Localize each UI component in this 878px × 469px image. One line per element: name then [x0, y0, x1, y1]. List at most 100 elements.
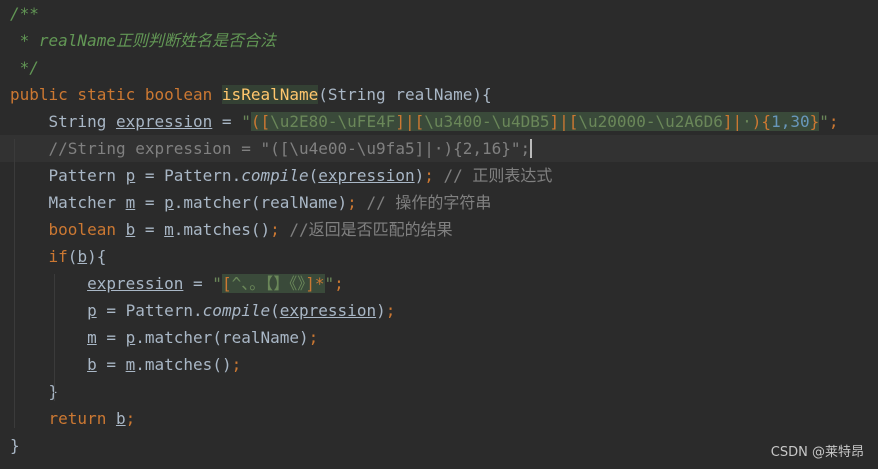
code-token: ;: [828, 112, 839, 131]
code-line[interactable]: Matcher m = p.matcher(realName); // 操作的字…: [0, 189, 878, 216]
code-token: // 正则表达式: [433, 166, 553, 185]
code-token: =: [183, 274, 213, 293]
code-token: if: [48, 247, 68, 266]
code-token: ·: [742, 112, 752, 131]
code-token: p: [87, 301, 97, 320]
code-editor[interactable]: /** * realName正则判断姓名是否合法 */ public static…: [0, 0, 878, 469]
code-token: boolean: [48, 220, 126, 239]
code-token: //String expression = "([\u4e00-\u9fa5]|…: [10, 139, 531, 158]
code-line[interactable]: Pattern p = Pattern.compile(expression);…: [0, 162, 878, 189]
code-token: compile: [202, 301, 271, 320]
code-token: ){: [87, 247, 107, 266]
code-token: ": [212, 274, 222, 293]
code-token: ){: [751, 112, 772, 131]
code-token: public static boolean: [10, 85, 222, 104]
code-token: b: [125, 220, 136, 239]
code-line[interactable]: */: [0, 54, 878, 81]
code-token: ): [376, 301, 386, 320]
code-line[interactable]: //String expression = "([\u4e00-\u9fa5]|…: [0, 135, 878, 162]
code-token: //返回是否匹配的结果: [279, 220, 453, 239]
code-token: // 操作的字符串: [356, 193, 492, 212]
indent-guide: [14, 139, 15, 428]
code-token: = Pattern.: [96, 301, 203, 320]
code-token: }: [809, 112, 820, 131]
code-token: * realName: [10, 31, 116, 50]
code-token: ;: [347, 193, 357, 212]
code-token: ;: [424, 166, 434, 185]
code-token: ]: [305, 274, 315, 293]
code-line[interactable]: m = p.matcher(realName);: [0, 324, 878, 351]
code-token: ;: [270, 220, 280, 239]
code-token: Pattern: [10, 166, 126, 185]
csdn-watermark: CSDN @莱特昂: [770, 445, 864, 460]
code-token: m: [87, 328, 97, 347]
code-token: */: [10, 58, 39, 77]
code-line[interactable]: * realName正则判断姓名是否合法: [0, 27, 878, 54]
code-line[interactable]: }: [0, 432, 878, 459]
code-token: ^、。【】《》: [231, 274, 306, 293]
code-line[interactable]: boolean b = m.matches(); //返回是否匹配的结果: [0, 216, 878, 243]
code-token: }: [10, 436, 20, 455]
code-token: p: [125, 166, 136, 185]
code-token: ): [414, 166, 425, 185]
code-line[interactable]: }: [0, 378, 878, 405]
code-token: = Pattern.: [135, 166, 242, 185]
code-token: ": [241, 112, 251, 131]
code-token: expression: [115, 112, 213, 131]
code-token: expression: [87, 274, 184, 293]
code-token: String: [10, 112, 116, 131]
code-token: 正则判断姓名是否合法: [115, 31, 276, 50]
code-token: (: [67, 247, 78, 266]
code-token: b: [87, 355, 97, 374]
code-token: =: [96, 328, 126, 347]
code-token: ;: [385, 301, 396, 320]
code-token: ": [324, 274, 335, 293]
code-token: ]|[: [549, 112, 579, 131]
code-token: \u3400-\u4DB5: [424, 112, 550, 131]
code-token: ]|[: [395, 112, 425, 131]
code-token: .matches(): [173, 220, 271, 239]
code-token: *: [314, 274, 325, 293]
code-token: p: [125, 328, 136, 347]
code-line[interactable]: public static boolean isRealName(String …: [0, 81, 878, 108]
code-token: ]|: [722, 112, 743, 131]
code-token: 1,30: [771, 112, 810, 131]
code-line[interactable]: p = Pattern.compile(expression);: [0, 297, 878, 324]
code-token: b: [77, 247, 88, 266]
code-token: [: [221, 274, 232, 293]
code-token: b: [115, 409, 126, 428]
code-token: \u20000-\u2A6D6: [578, 112, 723, 131]
code-token: return: [48, 409, 116, 428]
code-token: .matcher(realName): [173, 193, 348, 212]
text-caret: [530, 139, 533, 158]
code-token: compile: [241, 166, 309, 185]
code-line[interactable]: b = m.matches();: [0, 351, 878, 378]
code-token: .matcher(realName): [135, 328, 309, 347]
code-token: expression: [318, 166, 415, 185]
code-token: (String realName){: [318, 85, 492, 104]
code-token: =: [135, 193, 165, 212]
indent-guide: [54, 274, 55, 401]
code-token: ;: [231, 355, 242, 374]
code-line[interactable]: /**: [0, 0, 878, 27]
code-line[interactable]: expression = "[^、。【】《》]*";: [0, 270, 878, 297]
code-token: m: [125, 193, 136, 212]
code-token: p: [164, 193, 174, 212]
code-token: isRealName: [221, 85, 319, 104]
code-line[interactable]: return b;: [0, 405, 878, 432]
code-token: .matches(): [135, 355, 232, 374]
code-token: expression: [279, 301, 377, 320]
code-token: =: [212, 112, 242, 131]
code-token: (: [270, 301, 280, 320]
code-line[interactable]: String expression = "([\u2E80-\uFE4F]|[\…: [0, 108, 878, 135]
code-token: ;: [334, 274, 344, 293]
code-token: ;: [125, 409, 136, 428]
code-line[interactable]: if(b){: [0, 243, 878, 270]
code-token: ;: [308, 328, 319, 347]
